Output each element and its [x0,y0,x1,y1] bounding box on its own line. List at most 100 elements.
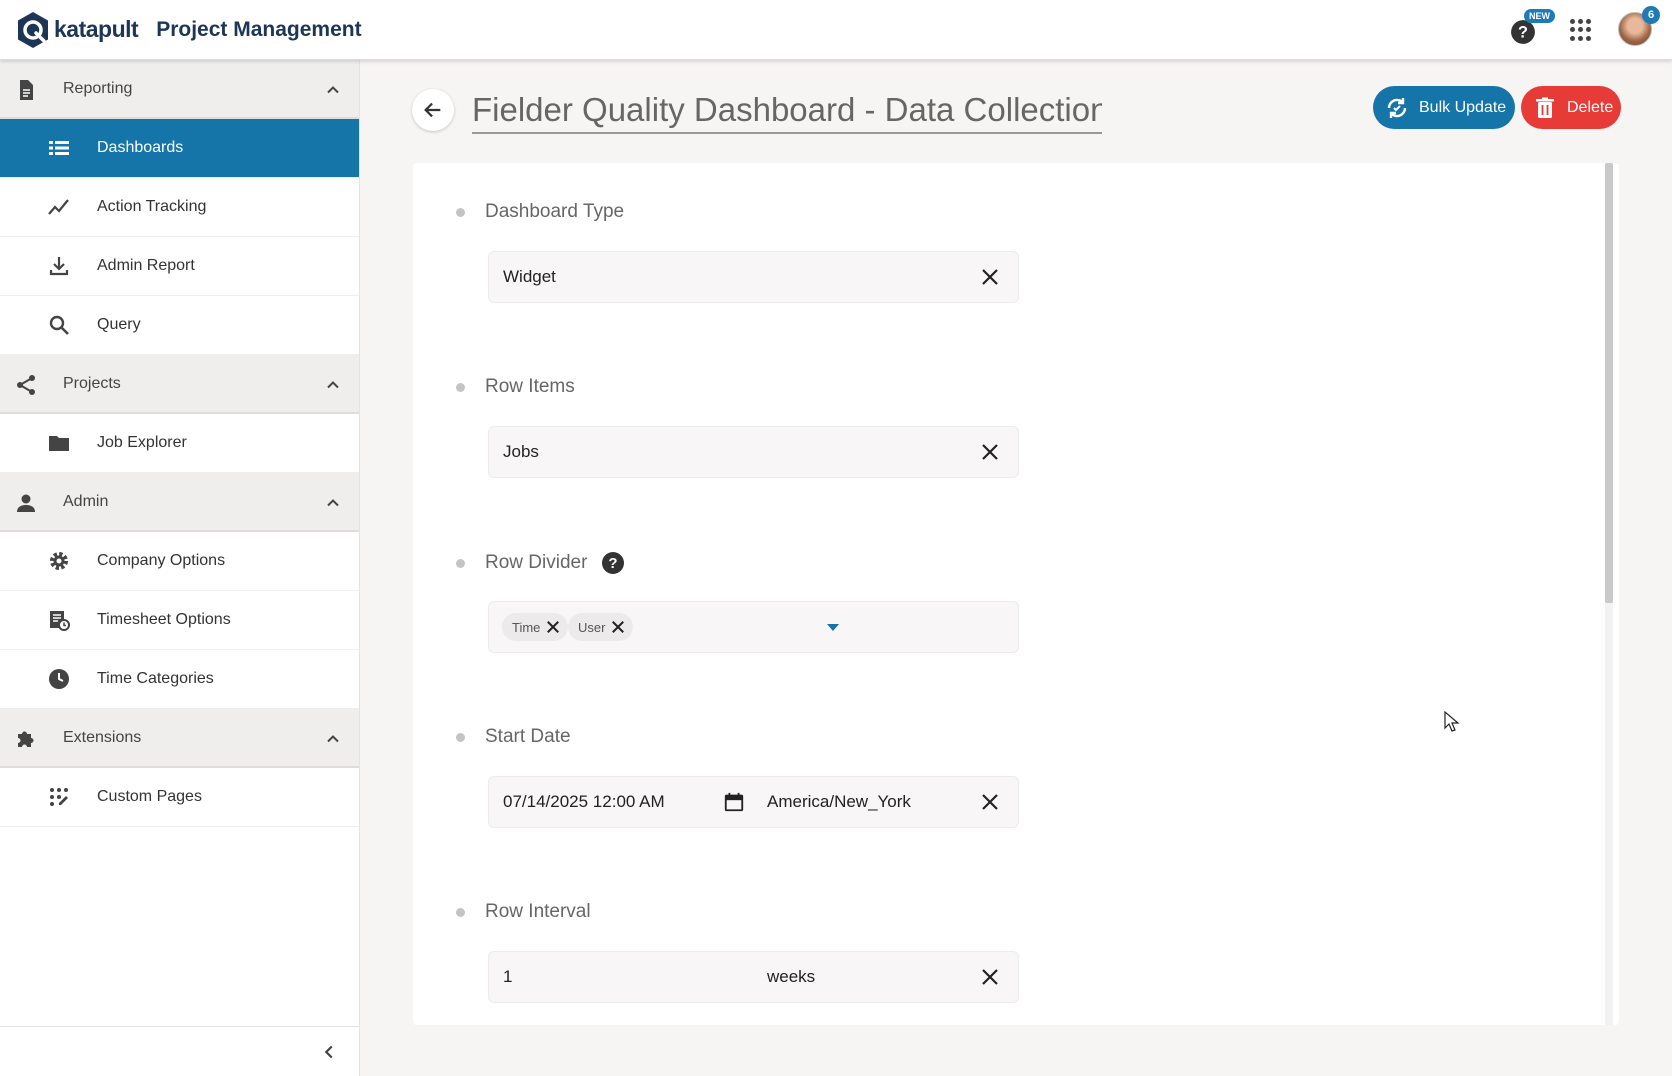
timesheet-icon [50,611,70,631]
document-icon [20,80,33,100]
bullet [456,907,465,917]
row-divider-multiselect[interactable]: Time User [488,601,1019,653]
close-icon[interactable] [978,965,1002,989]
sidebar-item-label: Query [97,316,141,333]
list-icon [49,141,69,155]
apps-grid-icon[interactable] [1570,19,1592,41]
clock-icon [49,669,69,689]
dashboard-type-value: Widget [503,267,556,286]
field-label-text: Row Divider [485,552,588,573]
sidebar-section-label: Extensions [63,728,142,746]
top-right-actions: ? NEW 6 [1510,0,1660,60]
chip-label: User [578,619,606,635]
new-badge: NEW [1524,9,1555,23]
person-icon [17,494,35,512]
bulk-update-label: Bulk Update [1419,98,1507,116]
sidebar-item-label: Custom Pages [97,788,202,805]
close-icon[interactable] [544,618,562,636]
back-button[interactable] [412,89,454,131]
chevron-left-icon[interactable] [318,1041,340,1063]
chevron-down-icon[interactable] [827,624,839,631]
trash-icon [1536,97,1554,118]
chip-time: Time [502,613,569,641]
scrollbar[interactable] [1605,163,1613,1025]
notification-count-badge: 6 [1642,6,1660,24]
logo-text: katapult [54,16,139,42]
row-interval-unit[interactable]: weeks [767,967,815,987]
row-interval-field[interactable]: 1 weeks [488,951,1019,1003]
sidebar-item-company-options[interactable]: Company Options [0,532,359,591]
sidebar-collapse-bar [0,1026,360,1076]
start-date-field[interactable]: 07/14/2025 12:00 AM America/New_York [488,776,1019,828]
download-icon [49,257,69,276]
sidebar-section-label: Reporting [63,79,133,97]
gear-icon [50,552,68,570]
custom-pages-icon [50,788,68,806]
sidebar-item-dashboards[interactable]: Dashboards [0,119,359,178]
sidebar-section-label: Admin [63,492,109,510]
chevron-up-icon[interactable] [323,493,343,513]
bullet [456,558,465,568]
scrollbar-thumb[interactable] [1605,163,1613,603]
sidebar-section-label: Projects [63,374,121,392]
start-date-input[interactable]: 07/14/2025 12:00 AM [503,792,665,812]
timezone-value[interactable]: America/New_York [767,792,911,812]
close-icon[interactable] [978,265,1002,289]
bulk-update-button[interactable]: Bulk Update [1373,86,1515,129]
trend-icon [48,199,69,215]
sidebar-item-custom-pages[interactable]: Custom Pages [0,768,359,827]
dashboard-type-select[interactable]: Widget [488,251,1019,303]
sidebar-item-timesheet-options[interactable]: Timesheet Options [0,591,359,650]
chevron-up-icon[interactable] [323,729,343,749]
field-label-row-interval: Row Interval [456,901,591,923]
search-icon [49,315,69,335]
dashboard-settings-card: Dashboard Type Widget Row Items Jobs Row… [413,163,1619,1025]
sidebar-item-label: Action Tracking [97,198,207,215]
sidebar: Reporting Dashboards Action Tracking Adm… [0,60,360,1076]
delete-button[interactable]: Delete [1521,86,1621,129]
user-avatar-button[interactable]: 6 [1618,6,1660,48]
calendar-icon[interactable] [723,791,745,813]
sidebar-section-extensions[interactable]: Extensions [0,709,359,768]
field-label-row-divider: Row Divider ? [456,551,625,575]
delete-label: Delete [1567,98,1614,116]
svg-text:?: ? [609,555,618,572]
sidebar-item-job-explorer[interactable]: Job Explorer [0,414,359,473]
chip-label: Time [512,619,541,635]
field-label-text: Row Interval [485,901,591,922]
arrow-left-icon [424,102,441,118]
row-items-select[interactable]: Jobs [488,426,1019,478]
sidebar-section-reporting[interactable]: Reporting [0,60,359,119]
svg-text:?: ? [1518,23,1528,41]
row-interval-input[interactable]: 1 [503,967,512,987]
sidebar-item-action-tracking[interactable]: Action Tracking [0,178,359,237]
sidebar-item-label: Dashboards [97,139,184,156]
sidebar-item-admin-report[interactable]: Admin Report [0,237,359,296]
sidebar-item-time-categories[interactable]: Time Categories [0,650,359,709]
sidebar-section-admin[interactable]: Admin [0,473,359,532]
chevron-up-icon[interactable] [323,375,343,395]
chevron-up-icon[interactable] [323,80,343,100]
close-icon[interactable] [978,440,1002,464]
bullet [456,207,465,217]
app-title: Project Management [156,17,362,41]
top-bar: katapult Project Management ? NEW 6 [0,0,1672,60]
close-icon[interactable] [609,618,627,636]
sidebar-item-label: Time Categories [97,670,214,687]
sidebar-item-label: Job Explorer [97,434,187,451]
close-icon[interactable] [978,790,1002,814]
sync-icon [1387,97,1407,118]
logo[interactable]: katapult [16,11,139,49]
field-label-text: Dashboard Type [485,201,625,222]
bullet [456,382,465,392]
sidebar-section-projects[interactable]: Projects [0,355,359,414]
page-title-input[interactable]: Fielder Quality Dashboard - Data Collect… [472,88,1102,134]
sidebar-item-label: Timesheet Options [97,611,231,628]
field-label-row-items: Row Items [456,376,575,398]
help-icon[interactable]: ? [601,551,625,575]
katapult-logo-icon [18,11,48,48]
sidebar-item-query[interactable]: Query [0,296,359,355]
folder-icon [49,436,69,451]
field-label-start-date: Start Date [456,726,571,748]
help-button[interactable]: ? NEW [1510,9,1555,45]
